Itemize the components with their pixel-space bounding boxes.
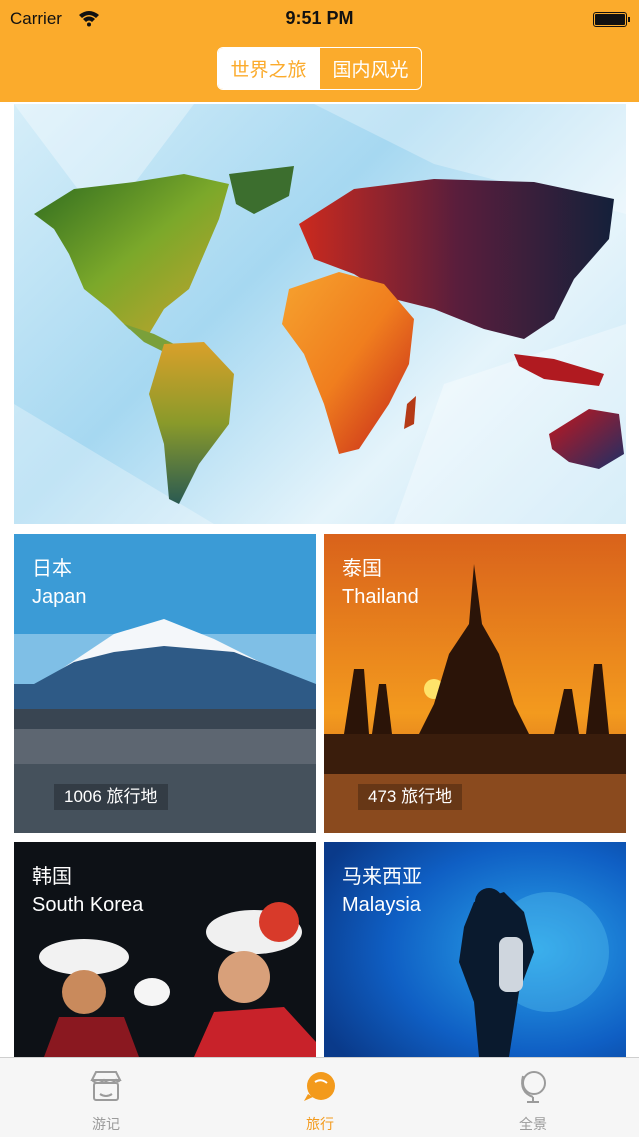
destination-card-malaysia[interactable]: 马来西亚 Malaysia xyxy=(324,842,626,1057)
shop-icon xyxy=(90,1071,122,1101)
segment-domestic-scenery[interactable]: 国内风光 xyxy=(319,48,421,89)
destination-name-en: Thailand xyxy=(342,586,419,608)
tab-panorama[interactable]: 全景 xyxy=(473,1058,593,1137)
segment-world-travel[interactable]: 世界之旅 xyxy=(218,48,319,89)
destination-card-japan[interactable]: 日本 Japan 1006 旅行地 xyxy=(14,534,316,833)
destination-name-zh: 泰国 xyxy=(342,558,382,580)
destination-card-south-korea[interactable]: 韩国 South Korea xyxy=(14,842,316,1057)
destination-count-badge: 473 旅行地 xyxy=(358,784,463,810)
tab-label: 全景 xyxy=(519,1116,547,1132)
globe-icon xyxy=(521,1071,546,1103)
destination-name-zh: 韩国 xyxy=(32,866,72,888)
destination-count-badge: 1006 旅行地 xyxy=(54,784,168,810)
status-time: 9:51 PM xyxy=(285,8,354,28)
battery-icon xyxy=(593,12,630,27)
world-map-banner[interactable] xyxy=(14,104,626,524)
tab-travel[interactable]: 旅行 xyxy=(260,1058,380,1137)
region-segmented-control: 世界之旅 国内风光 xyxy=(217,47,422,90)
destination-card-thailand[interactable]: 泰国 Thailand 473 旅行地 xyxy=(324,534,626,833)
destination-name-en: South Korea xyxy=(32,894,144,916)
tab-travel-notes[interactable]: 游记 xyxy=(46,1058,166,1137)
bubble-icon xyxy=(304,1072,335,1101)
tab-label: 旅行 xyxy=(306,1116,334,1132)
world-map-image xyxy=(14,104,626,524)
tab-bar: 游记 旅行 全景 xyxy=(0,1057,639,1137)
destination-name-en: Malaysia xyxy=(342,894,421,916)
tab-label: 游记 xyxy=(92,1116,120,1132)
nav-header: Carrier 9:51 PM 世界之旅 国内风光 xyxy=(0,0,639,102)
destination-name-en: Japan xyxy=(32,586,87,608)
destination-name-zh: 马来西亚 xyxy=(342,866,422,888)
destination-name-zh: 日本 xyxy=(32,558,72,580)
status-bar: Carrier 9:51 PM xyxy=(0,0,639,40)
